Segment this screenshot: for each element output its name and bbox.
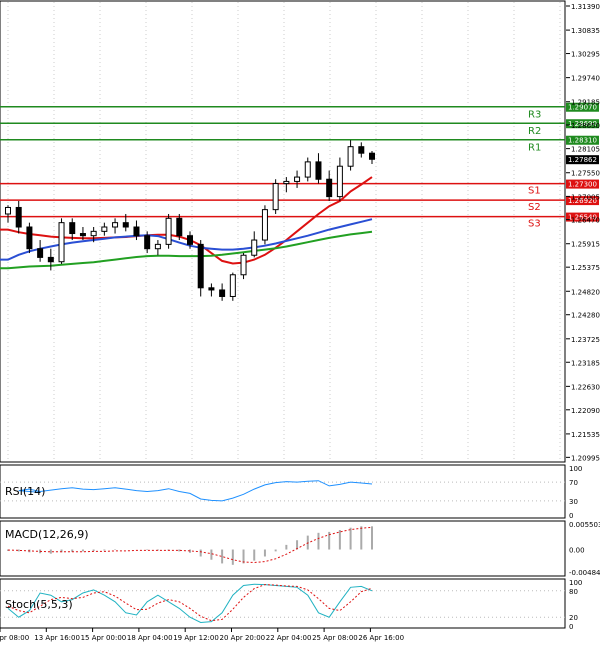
price-tick-label: 1.27005 (571, 193, 600, 201)
x-tick-label: 25 Apr 08:00 (312, 634, 358, 642)
level-name-s3: S3 (528, 219, 541, 230)
stoch-tick-label: 80 (569, 588, 578, 596)
price-tick-label: 1.30835 (571, 27, 600, 35)
x-tick-label: 26 Apr 16:00 (358, 634, 404, 642)
candle-body (240, 254, 247, 276)
candle-body (272, 183, 279, 211)
price-tick-label: 1.23725 (571, 336, 600, 344)
level-price-r1: 1.28310 (568, 137, 597, 145)
price-tick-label: 1.22090 (571, 407, 600, 415)
candle-body (347, 146, 354, 167)
candle-body (58, 222, 65, 263)
price-tick-label: 1.20995 (571, 454, 600, 462)
level-price-s1: 1.27300 (568, 181, 597, 189)
rsi-label: RSI(14) (5, 485, 45, 498)
x-tick-label: 20 Apr 20:00 (220, 634, 266, 642)
candle-body (187, 235, 193, 245)
candle-body (144, 235, 151, 250)
price-tick-label: 1.28650 (571, 122, 600, 130)
price-tick-label: 1.30295 (571, 51, 600, 59)
candle-body (154, 243, 161, 250)
candle-body (26, 226, 33, 250)
price-tick-label: 1.22630 (571, 383, 600, 391)
rsi-panel (0, 464, 566, 519)
price-tick-label: 1.25375 (571, 264, 600, 272)
x-tick-label: 22 Apr 04:00 (266, 634, 312, 642)
candle (176, 213, 183, 241)
candle-body (15, 206, 22, 228)
price-tick-label: 1.26470 (571, 217, 600, 225)
level-name-r1: R1 (528, 143, 541, 154)
candle-body (176, 217, 183, 237)
candle-body (283, 180, 290, 185)
candle-body (47, 256, 54, 263)
candle-body (122, 222, 129, 228)
candle-body (90, 230, 97, 237)
price-tick-label: 1.29740 (571, 75, 600, 83)
x-tick-label: 15 Apr 00:00 (81, 634, 127, 642)
stoch-tick-label: 0 (569, 623, 573, 631)
candle (58, 218, 65, 264)
rsi-tick-label: 30 (569, 498, 578, 506)
candle-body (336, 165, 343, 198)
stoch-tick-label: 20 (569, 614, 578, 622)
candle-body (315, 161, 322, 180)
candle-body (197, 243, 204, 289)
candle-body (261, 209, 268, 241)
candle-body (69, 222, 76, 235)
price-tick-label: 1.24820 (571, 288, 600, 296)
candle-body (112, 222, 119, 228)
rsi-tick-label: 0 (569, 512, 573, 520)
candle-body (208, 287, 215, 291)
rsi-tick-label: 70 (569, 479, 578, 487)
macd-tick-label: -0.004848 (569, 569, 600, 577)
candle-body (101, 226, 108, 232)
level-name-s1: S1 (528, 186, 541, 197)
candle-body (251, 239, 258, 256)
macd-label: MACD(12,26,9) (5, 528, 89, 541)
price-panel (0, 0, 566, 463)
macd-tick-label: 0.005503 (569, 521, 600, 529)
x-tick-label: 19 Apr 12:00 (173, 634, 219, 642)
candle (261, 205, 268, 245)
level-name-s2: S2 (528, 202, 541, 213)
price-tick-label: 1.29185 (571, 99, 600, 107)
candle-body (304, 161, 311, 178)
price-tick-label: 1.31390 (571, 3, 600, 11)
candle-body (369, 152, 375, 160)
stoch-tick-label: 100 (569, 579, 582, 587)
candle-body (5, 206, 11, 215)
candle-body (326, 178, 333, 198)
price-tick-label: 1.24280 (571, 312, 600, 320)
candle (197, 240, 204, 297)
price-tick-label: 1.23185 (571, 359, 600, 367)
candle (272, 179, 279, 214)
level-name-r3: R3 (528, 110, 541, 121)
chart-root: R31.29070R21.28690R11.28310S11.27300S21.… (0, 0, 600, 642)
candle (229, 272, 236, 301)
price-tick-label: 1.28105 (571, 146, 600, 154)
price-tick-label: 1.27550 (571, 170, 600, 178)
candle-body (219, 289, 226, 297)
candle-body (229, 274, 236, 297)
candle-body (294, 176, 301, 182)
candle-body (37, 248, 44, 258)
candle (240, 253, 247, 280)
price-tick-label: 1.21535 (571, 431, 600, 439)
macd-tick-label: 0.00 (569, 547, 585, 555)
x-tick-label: 1 Apr 08:00 (0, 634, 29, 642)
candle-body (133, 226, 140, 237)
x-tick-label: 13 Apr 16:00 (34, 634, 80, 642)
candle (165, 213, 172, 249)
x-tick-label: 18 Apr 04:00 (127, 634, 173, 642)
stoch-label: Stoch(5,5,3) (5, 598, 73, 611)
price-tick-label: 1.25915 (571, 241, 600, 249)
level-name-r2: R2 (528, 126, 541, 137)
candle-body (358, 146, 365, 154)
rsi-tick-label: 100 (569, 465, 582, 473)
candle-body (79, 233, 86, 237)
current-price-label: 1.27862 (568, 156, 597, 164)
candle (26, 222, 33, 254)
candle-body (165, 217, 172, 245)
